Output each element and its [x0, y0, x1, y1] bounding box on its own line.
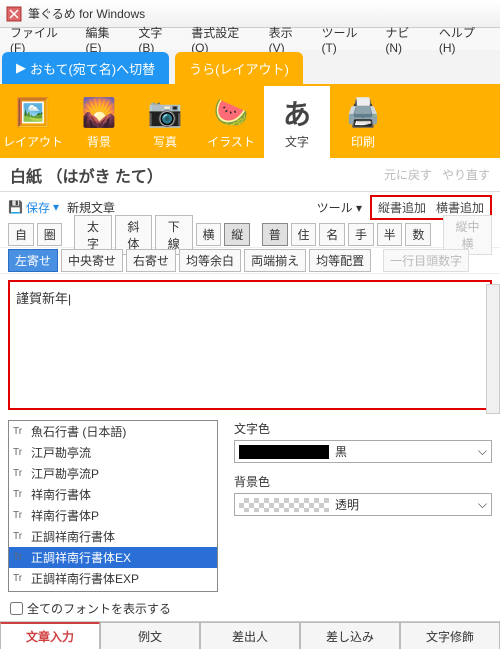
tool-photo[interactable]: 📷写真: [132, 86, 198, 158]
triangle-icon: ▶: [16, 60, 26, 76]
fmt-hand[interactable]: 手: [348, 223, 374, 246]
menu-tool[interactable]: ツール(T): [315, 22, 377, 57]
tab-merge[interactable]: 差し込み: [300, 622, 400, 649]
text-color-label: 文字色: [234, 420, 492, 437]
bottom-pane: Tr魚石行書 (日本語)Tr江戸勘亭流Tr江戸勘亭流PTr祥南行書体Tr祥南行書…: [0, 416, 500, 596]
undo-button[interactable]: 元に戻す: [384, 166, 432, 183]
font-type-icon: Tr: [13, 552, 27, 563]
format-row-2: 左寄せ 中央寄せ 右寄せ 均等余白 両端揃え 均等配置 一行目頭数字: [0, 248, 500, 274]
show-all-fonts-label: 全てのフォントを表示する: [27, 600, 171, 617]
align-center[interactable]: 中央寄せ: [61, 249, 123, 272]
tool-text[interactable]: あ文字: [264, 86, 330, 158]
font-item[interactable]: Tr江戸勘亭流: [9, 442, 217, 463]
illust-icon: 🍉: [211, 95, 251, 131]
font-item[interactable]: Tr祥南行書体P: [9, 505, 217, 526]
disk-icon: 💾: [8, 200, 23, 214]
toolbar: 🖼️レイアウト 🌄背景 📷写真 🍉イラスト あ文字 🖨️印刷: [0, 86, 500, 158]
font-item[interactable]: Tr魚石行書 (日本語): [9, 421, 217, 442]
tool-layout[interactable]: 🖼️レイアウト: [0, 86, 66, 158]
text-cursor: |: [68, 292, 71, 306]
subheader: 白紙 （はがき たて） 元に戻す やり直す: [0, 158, 500, 192]
fmt-address[interactable]: 住: [291, 223, 317, 246]
fmt-vertical[interactable]: 縦: [224, 223, 250, 246]
tab-text-input[interactable]: 文章入力: [0, 622, 100, 649]
show-all-fonts-checkbox[interactable]: [10, 602, 23, 615]
bg-color-label: 背景色: [234, 473, 492, 490]
fmt-half[interactable]: 半: [377, 223, 403, 246]
background-icon: 🌄: [79, 95, 119, 131]
tab-back[interactable]: うら(レイアウト): [175, 52, 303, 84]
menu-navi[interactable]: ナビ(N): [379, 22, 431, 57]
layout-icon: 🖼️: [13, 95, 53, 131]
font-item[interactable]: Tr正調祥南行書体P: [9, 589, 217, 592]
font-type-icon: Tr: [13, 531, 27, 542]
fmt-auto[interactable]: 自: [8, 223, 34, 246]
align-left[interactable]: 左寄せ: [8, 249, 58, 272]
fmt-name[interactable]: 名: [319, 223, 345, 246]
fmt-horizontal[interactable]: 横: [196, 223, 222, 246]
chevron-down-icon: ▾: [53, 200, 59, 214]
bg-color-select[interactable]: 透明 ⌵: [234, 493, 492, 516]
font-list[interactable]: Tr魚石行書 (日本語)Tr江戸勘亭流Tr江戸勘亭流PTr祥南行書体Tr祥南行書…: [8, 420, 218, 592]
color-pane: 文字色 黒 ⌵ 背景色 透明 ⌵: [234, 420, 492, 592]
text-input-area[interactable]: 謹賀新年|: [8, 280, 492, 410]
show-all-fonts-row: 全てのフォントを表示する: [0, 596, 500, 621]
print-icon: 🖨️: [343, 95, 383, 131]
text-color-select[interactable]: 黒 ⌵: [234, 440, 492, 463]
chevron-down-icon: ▾: [356, 201, 362, 215]
format-row-1: 自 圈 太字 斜体 下線 横 縦 普 住 名 手 半 数 縦中横: [0, 222, 500, 248]
font-item[interactable]: Tr正調祥南行書体EXP: [9, 568, 217, 589]
font-type-icon: Tr: [13, 573, 27, 584]
font-type-icon: Tr: [13, 447, 27, 458]
font-item[interactable]: Tr正調祥南行書体EX: [9, 547, 217, 568]
font-type-icon: Tr: [13, 426, 27, 437]
save-button[interactable]: 💾保存▾: [8, 199, 59, 216]
firstline-num: 一行目頭数字: [383, 249, 469, 272]
tool-dropdown[interactable]: ツール ▾: [317, 199, 362, 216]
redo-button[interactable]: やり直す: [442, 166, 490, 183]
fmt-num[interactable]: 数: [405, 223, 431, 246]
tab-sender[interactable]: 差出人: [200, 622, 300, 649]
tool-illust[interactable]: 🍉イラスト: [198, 86, 264, 158]
app-title: 筆ぐるめ for Windows: [28, 5, 145, 22]
text-icon: あ: [277, 95, 317, 131]
fmt-circle[interactable]: 圈: [37, 223, 63, 246]
font-type-icon: Tr: [13, 510, 27, 521]
chevron-down-icon: ⌵: [478, 444, 487, 459]
align-right[interactable]: 右寄せ: [126, 249, 176, 272]
align-distribute[interactable]: 均等配置: [309, 249, 371, 272]
add-vertical-button[interactable]: 縦書追加: [378, 199, 426, 216]
text-content: 謹賀新年: [16, 291, 68, 306]
font-item[interactable]: Tr祥南行書体: [9, 484, 217, 505]
add-horizontal-button[interactable]: 横書追加: [436, 199, 484, 216]
textarea-scrollbar[interactable]: [486, 284, 500, 414]
font-item[interactable]: Tr正調祥南行書体: [9, 526, 217, 547]
chevron-down-icon: ⌵: [478, 497, 487, 512]
new-document-button[interactable]: 新規文章: [67, 199, 115, 216]
fmt-normal[interactable]: 普: [262, 223, 288, 246]
photo-icon: 📷: [145, 95, 185, 131]
font-item[interactable]: Tr江戸勘亭流P: [9, 463, 217, 484]
document-title: 白紙 （はがき たて）: [10, 163, 374, 187]
bottom-tabs: 文章入力 例文 差出人 差し込み 文字修飾: [0, 621, 500, 649]
app-icon: [6, 6, 22, 22]
menu-help[interactable]: ヘルプ(H): [433, 22, 496, 57]
tool-print[interactable]: 🖨️印刷: [330, 86, 396, 158]
align-justify[interactable]: 両端揃え: [244, 249, 306, 272]
tab-decoration[interactable]: 文字修飾: [400, 622, 500, 649]
font-type-icon: Tr: [13, 489, 27, 500]
font-type-icon: Tr: [13, 468, 27, 479]
tab-front[interactable]: ▶ おもて(宛て名)へ切替: [2, 52, 169, 84]
tool-background[interactable]: 🌄背景: [66, 86, 132, 158]
align-distribute-margin[interactable]: 均等余白: [179, 249, 241, 272]
tab-examples[interactable]: 例文: [100, 622, 200, 649]
bg-color-swatch: [239, 498, 329, 512]
menubar: ファイル(F) 編集(E) 文字(B) 書式設定(O) 表示(V) ツール(T)…: [0, 28, 500, 50]
text-color-swatch: [239, 445, 329, 459]
